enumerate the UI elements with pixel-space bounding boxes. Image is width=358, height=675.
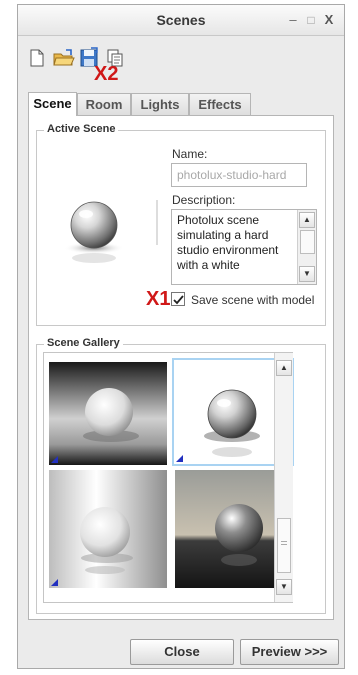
active-scene-legend: Active Scene — [44, 123, 119, 136]
x2-marker: X2 — [94, 63, 119, 85]
active-scene-preview — [42, 170, 160, 280]
maximize-button[interactable]: □ — [303, 12, 319, 28]
tab-effects[interactable]: Effects — [189, 93, 251, 115]
scroll-up-icon[interactable]: ▲ — [299, 212, 315, 228]
tab-scene[interactable]: Scene — [28, 92, 77, 116]
scene-gallery-legend: Scene Gallery — [44, 337, 123, 350]
thumbnail-corner-marker — [51, 579, 58, 586]
tab-room[interactable]: Room — [77, 93, 131, 115]
gallery-thumbnail[interactable] — [49, 362, 167, 465]
open-folder-icon[interactable] — [52, 47, 75, 69]
description-scrollbar[interactable]: ▲ ▼ — [297, 210, 316, 284]
description-line: Photolux scene — [177, 213, 260, 227]
preview-button[interactable]: Preview >>> — [240, 639, 339, 665]
x1-marker: X1 — [146, 288, 171, 310]
gallery-scrollbar[interactable]: ▲ ▼ — [274, 353, 293, 602]
new-document-icon[interactable] — [26, 47, 48, 69]
name-field[interactable]: photolux-studio-hard — [171, 163, 307, 187]
description-line: simulating a hard — [177, 228, 269, 242]
scenes-dialog: Scenes – □ X X2 Scene Room Lights Effect… — [17, 4, 345, 669]
close-button[interactable]: Close — [130, 639, 234, 665]
title-bar: Scenes – □ X — [18, 5, 344, 36]
description-line: studio environment — [177, 243, 279, 257]
name-label: Name: — [172, 147, 208, 161]
gallery-scroll-thumb[interactable] — [277, 518, 291, 573]
tab-lights[interactable]: Lights — [131, 93, 189, 115]
scroll-down-icon[interactable]: ▼ — [299, 266, 315, 282]
thumbnail-corner-marker — [51, 456, 58, 463]
thumbnail-corner-marker — [176, 455, 183, 462]
scene-tab-panel: Active Scene Name: photolux-studio-hard … — [28, 115, 334, 620]
close-window-button[interactable]: X — [321, 12, 337, 28]
save-scene-checkbox[interactable] — [171, 292, 185, 306]
gallery-scroll-up-icon[interactable]: ▲ — [276, 360, 292, 376]
scroll-thumb[interactable] — [300, 230, 315, 254]
save-scene-label: Save scene with model — [191, 293, 315, 307]
minimize-button[interactable]: – — [285, 12, 301, 28]
description-line: with a white — [177, 258, 240, 272]
gallery-thumbnail[interactable] — [49, 470, 167, 588]
gallery-scroll-down-icon[interactable]: ▼ — [276, 579, 292, 595]
gallery-list: ▲ ▼ — [43, 352, 294, 603]
name-value: photolux-studio-hard — [177, 168, 287, 182]
description-field[interactable]: Photolux scene simulating a hard studio … — [171, 209, 317, 285]
description-label: Description: — [172, 193, 236, 207]
